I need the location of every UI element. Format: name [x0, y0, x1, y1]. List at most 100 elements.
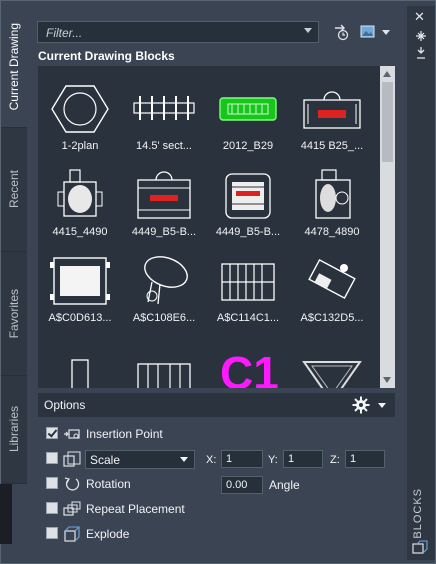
- block-tile[interactable]: 14.5' sect...: [124, 74, 204, 160]
- motor-block-icon: [315, 169, 351, 219]
- insertion-point-checkbox[interactable]: [46, 427, 58, 439]
- scale-x-field[interactable]: 1: [221, 450, 263, 468]
- triangle-block-icon: [302, 361, 362, 388]
- repeat-placement-checkbox[interactable]: [46, 502, 58, 514]
- insertion-point-icon: [64, 429, 80, 439]
- block-tile[interactable]: [292, 332, 372, 388]
- angle-label: Angle: [269, 478, 300, 492]
- explode-icon: [64, 526, 80, 542]
- palette-title: BLOCKS: [412, 488, 424, 539]
- block-grid-scrollbar[interactable]: [380, 66, 395, 388]
- rotation-label: Rotation: [86, 477, 131, 491]
- block-tile[interactable]: A$C114C1...: [208, 246, 288, 332]
- block-tile[interactable]: 4449_B5-B...: [124, 160, 204, 246]
- panel-block-icon: [50, 257, 110, 305]
- block-tile[interactable]: C1: [208, 332, 288, 388]
- explode-label: Explode: [86, 527, 130, 541]
- repeat-placement-option[interactable]: Repeat Placement: [46, 499, 246, 519]
- machine-block-icon: [225, 173, 271, 219]
- scroll-up-icon[interactable]: [383, 71, 391, 77]
- scrollbar-thumb[interactable]: [382, 82, 393, 162]
- section-title: Current Drawing Blocks: [38, 49, 175, 63]
- frame-block-icon: [221, 263, 275, 301]
- filter-input[interactable]: [44, 24, 298, 42]
- scale-y-field[interactable]: 1: [283, 450, 323, 468]
- tab-favorites[interactable]: Favorites: [1, 252, 27, 376]
- block-label: 14.5' sect...: [136, 140, 192, 152]
- scale-z-field[interactable]: 1: [345, 450, 385, 468]
- scale-option[interactable]: [46, 449, 86, 469]
- tab-label: Current Drawing: [7, 22, 21, 111]
- column-block-icon: [71, 359, 89, 388]
- insertion-point-option[interactable]: Insertion Point: [46, 424, 246, 444]
- gear-icon[interactable]: [352, 396, 370, 414]
- tab-libraries[interactable]: Libraries: [1, 376, 27, 484]
- tab-recent[interactable]: Recent: [1, 128, 27, 252]
- block-label: A$C108E6...: [132, 312, 196, 324]
- hexagon-block-icon: [51, 85, 109, 133]
- chevron-down-icon[interactable]: [304, 28, 312, 33]
- block-tile[interactable]: A$C0D613...: [40, 246, 120, 332]
- block-tile[interactable]: 4415_4490: [40, 160, 120, 246]
- block-tile[interactable]: 4415 B25_...: [292, 74, 372, 160]
- auto-hide-icon[interactable]: [415, 30, 427, 42]
- text-c1-icon: C1: [220, 347, 279, 388]
- rail-section-icon: [133, 96, 195, 120]
- repeat-placement-label: Repeat Placement: [86, 502, 185, 516]
- pump-block-icon: [144, 256, 188, 305]
- scroll-down-icon[interactable]: [383, 377, 391, 383]
- block-tile[interactable]: 2012_B29: [208, 74, 288, 160]
- explode-checkbox[interactable]: [46, 527, 58, 539]
- block-tile[interactable]: [40, 332, 120, 388]
- rotation-option[interactable]: Rotation: [46, 474, 166, 494]
- scale-z-label: Z:: [330, 454, 340, 466]
- rotate-icon: [64, 477, 80, 491]
- tab-label: Favorites: [7, 288, 21, 339]
- block-label: 4449_B5-B...: [215, 226, 281, 238]
- palette-titlebar: [407, 6, 435, 560]
- chevron-down-icon[interactable]: [180, 457, 188, 462]
- motor-block-icon: [57, 169, 103, 217]
- block-tile[interactable]: 1-2plan: [40, 74, 120, 160]
- scale-x-label: X:: [206, 454, 217, 466]
- block-tile[interactable]: 4449_B5-B...: [208, 160, 288, 246]
- block-tile[interactable]: A$C132D5...: [292, 246, 372, 332]
- machine-block-icon: [137, 171, 191, 219]
- close-icon[interactable]: ✕: [414, 10, 425, 23]
- scale-y-label: Y:: [268, 454, 278, 466]
- rotation-checkbox[interactable]: [46, 477, 58, 489]
- scale-mode-select[interactable]: Scale: [85, 450, 195, 469]
- block-grid: 1-2plan 14.5' sect... 2012_B29 4415 B25_…: [38, 66, 395, 388]
- block-label: 4415_4490: [52, 226, 108, 238]
- block-label: A$C0D613...: [48, 312, 112, 324]
- insertion-point-label: Insertion Point: [86, 427, 163, 441]
- explode-option[interactable]: Explode: [46, 524, 246, 544]
- filter-combo[interactable]: [37, 21, 319, 43]
- view-thumbnail-icon[interactable]: [360, 24, 376, 40]
- palette-tabs: Current Drawing Recent Favorites Librari…: [1, 6, 27, 484]
- block-tile[interactable]: A$C108E6...: [124, 246, 204, 332]
- block-label: 4415 B25_...: [300, 140, 364, 152]
- green-board-icon: [219, 97, 277, 121]
- repeat-placement-icon: [63, 501, 81, 516]
- rotation-angle-field[interactable]: 0.00: [221, 476, 263, 494]
- block-label: 4478_4890: [304, 226, 360, 238]
- import-block-icon[interactable]: [332, 22, 352, 42]
- block-label: 2012_B29: [222, 140, 274, 152]
- machine-block-icon: [303, 91, 361, 129]
- view-options-chevron-down-icon[interactable]: [382, 30, 390, 35]
- block-label: A$C114C1...: [216, 312, 280, 324]
- block-label: 1-2plan: [61, 140, 99, 152]
- scale-checkbox[interactable]: [46, 452, 58, 464]
- drawing-area-edge: [0, 484, 12, 544]
- block-label: 4449_B5-B...: [131, 226, 197, 238]
- options-header: Options: [38, 393, 395, 417]
- tab-current-drawing[interactable]: Current Drawing: [1, 6, 27, 128]
- tab-label: Libraries: [7, 406, 21, 453]
- options-chevron-down-icon[interactable]: [378, 403, 386, 408]
- block-tile[interactable]: 4478_4890: [292, 160, 372, 246]
- frame-block-icon: [137, 363, 191, 388]
- properties-icon[interactable]: [415, 46, 427, 60]
- block-tile[interactable]: [124, 332, 204, 388]
- equipment-block-icon: [308, 258, 356, 300]
